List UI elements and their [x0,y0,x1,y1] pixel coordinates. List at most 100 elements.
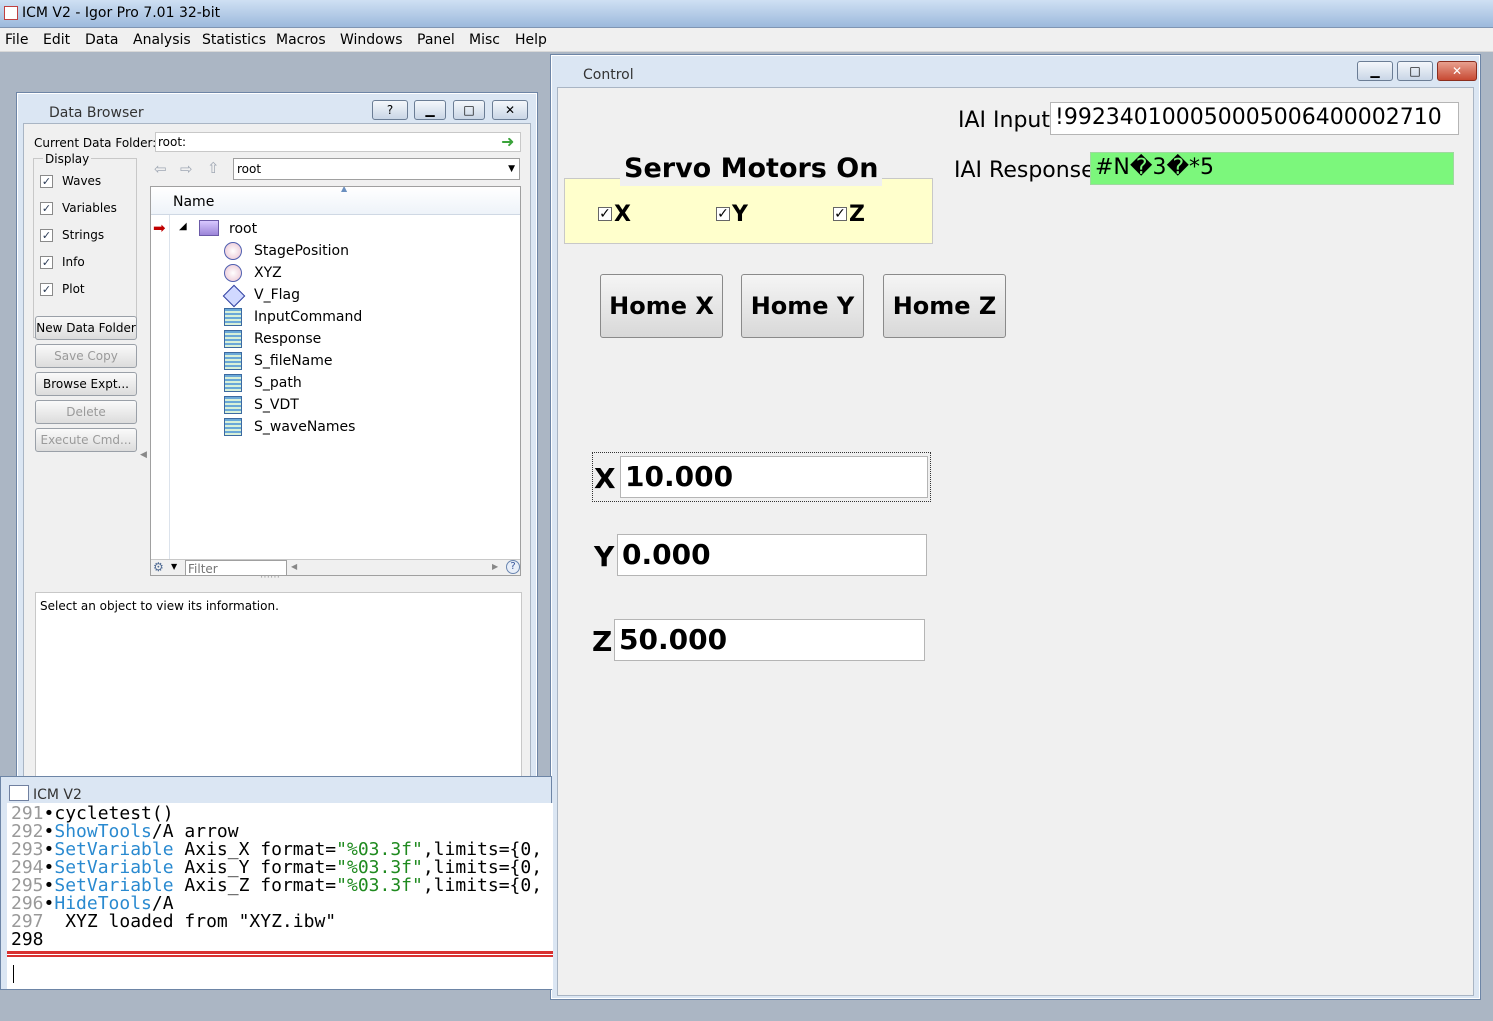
tree-root-label[interactable]: root [229,221,257,237]
tree-item[interactable]: InputCommand [254,309,362,325]
history-line-text: XYZ loaded from "XYZ.ibw" [43,911,337,932]
current-folder-value: root: [158,135,187,149]
servo-y-checkbox[interactable]: ✓ Y [716,202,748,227]
name-column-header[interactable]: Name ▲ [151,187,520,215]
maximize-button[interactable]: □ [1397,61,1433,81]
home-x-button[interactable]: Home X [600,274,723,338]
close-button[interactable]: ✕ [492,100,528,120]
string-icon [224,352,242,370]
browse-expt-button[interactable]: Browse Expt... [35,372,137,396]
up-arrow-icon[interactable]: ⇧ [207,159,220,177]
tree-item[interactable]: StagePosition [254,243,349,259]
servo-z-label: Z [849,202,865,227]
home-z-button[interactable]: Home Z [883,274,1006,338]
history-line[interactable]: 297 XYZ loaded from "XYZ.ibw" [11,913,336,931]
string-icon [224,330,242,348]
axis-y-field[interactable]: 0.000 [617,534,927,576]
maximize-button[interactable]: □ [453,100,485,120]
app-title: ICM V2 - Igor Pro 7.01 32-bit [22,5,221,21]
menu-panel[interactable]: Panel [417,32,455,48]
history-line-text: "%03.3f" [336,875,423,896]
history-title: ICM V2 [33,787,82,803]
delete-button[interactable]: Delete [35,400,137,424]
axis-z-label: Z [592,625,613,658]
gear-menu-chevron-icon[interactable]: ▼ [171,562,177,571]
gear-icon[interactable]: ⚙ [153,560,164,574]
save-copy-button[interactable]: Save Copy [35,344,137,368]
plot-checkbox[interactable]: ✓ [40,283,53,296]
display-label: Display [43,152,92,166]
new-data-folder-button[interactable]: New Data Folder [35,316,137,340]
control-panel-window: Control ▁ □ ✕ IAI Input !992340100050005… [550,54,1481,1000]
tree-item[interactable]: XYZ [254,265,282,281]
servo-x-label: X [614,202,631,227]
servo-x-checkbox[interactable]: ✓ X [598,202,631,227]
minimize-button[interactable]: ▁ [414,100,446,120]
collapse-triangle-icon[interactable]: ◢ [179,221,187,232]
close-icon: ✕ [504,103,516,117]
tree-panel: Name ▲ ➡ ◢ root StagePosition XYZ V_Flag… [150,186,521,576]
menu-edit[interactable]: Edit [43,32,70,48]
splitter-arrow-icon[interactable]: ◀ [140,450,147,460]
history-line-number: 298 [11,929,44,950]
servo-z-checkbox[interactable]: ✓ Z [833,202,865,227]
control-panel-body: IAI Input !992340100050005006400002710 I… [557,87,1474,996]
text-cursor [13,965,14,983]
minimize-button[interactable]: ▁ [1357,61,1393,81]
scroll-left-icon[interactable]: ◀ [291,562,297,571]
history-line-text: Axis_Z format= [173,875,337,896]
waves-checkbox[interactable]: ✓ [40,175,53,188]
variables-checkbox[interactable]: ✓ [40,202,53,215]
menu-help[interactable]: Help [515,32,547,48]
menu-windows[interactable]: Windows [340,32,403,48]
iai-response-label: IAI Response [954,158,1095,183]
menu-macros[interactable]: Macros [276,32,326,48]
name-column-label: Name [173,194,215,210]
menu-data[interactable]: Data [85,32,118,48]
maximize-icon: □ [1409,64,1421,78]
checkmark-icon: ✓ [716,206,730,222]
tree-item[interactable]: V_Flag [254,287,300,303]
menu-file[interactable]: File [5,32,28,48]
folder-select-value: root [237,162,262,176]
iai-input-value: !992340100050005006400002710 [1055,105,1442,130]
axis-x-field[interactable]: 10.000 [620,456,928,498]
help-icon[interactable]: ? [506,560,520,574]
command-line-input[interactable] [7,961,553,989]
execute-cmd-button[interactable]: Execute Cmd... [35,428,137,452]
axis-y-label: Y [594,540,615,573]
forward-arrow-icon[interactable]: ⇨ [180,160,193,178]
menu-statistics[interactable]: Statistics [202,32,266,48]
close-button[interactable]: ✕ [1437,61,1477,81]
chevron-down-icon: ▼ [508,164,515,174]
history-line[interactable]: 298 [11,931,44,949]
info-checkbox[interactable]: ✓ [40,256,53,269]
go-arrow-icon[interactable]: ➜ [501,132,514,151]
axis-z-field[interactable]: 50.000 [614,619,925,661]
tree-item[interactable]: S_waveNames [254,419,355,435]
tree-item[interactable]: S_path [254,375,302,391]
servo-title: Servo Motors On [620,152,883,186]
back-arrow-icon[interactable]: ⇦ [154,160,167,178]
column-divider [169,215,170,575]
home-y-button[interactable]: Home Y [741,274,864,338]
splitter-grip-icon[interactable]: ⋯⋯ [260,572,280,583]
help-button[interactable]: ? [372,100,408,120]
close-icon: ✕ [1451,64,1463,78]
tree-item[interactable]: S_fileName [254,353,333,369]
strings-checkbox[interactable]: ✓ [40,229,53,242]
minimize-icon: ▁ [1370,64,1380,78]
folder-select[interactable]: root ▼ [233,158,520,180]
axis-x-label: X [594,462,616,495]
wave-icon [224,264,242,282]
folder-icon [199,220,219,236]
menu-analysis[interactable]: Analysis [133,32,191,48]
tree-item[interactable]: Response [254,331,321,347]
current-folder-field[interactable]: root: [155,132,521,152]
scroll-right-icon[interactable]: ▶ [492,562,498,571]
iai-input-field[interactable]: !992340100050005006400002710 [1050,102,1459,135]
tree-item[interactable]: S_VDT [254,397,299,413]
string-icon [224,396,242,414]
data-browser-body: Current Data Folder: root: ➜ Display ✓ W… [23,123,531,779]
menu-misc[interactable]: Misc [469,32,500,48]
